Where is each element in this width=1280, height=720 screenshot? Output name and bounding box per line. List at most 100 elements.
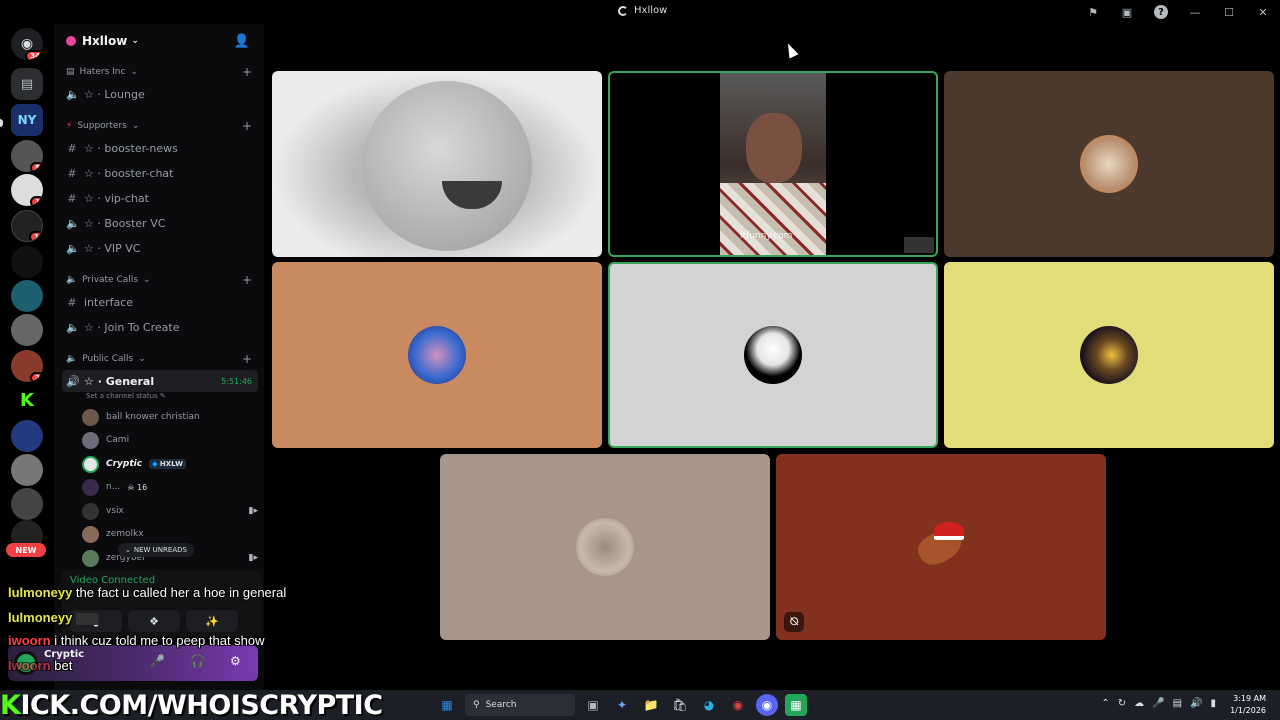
copilot-icon[interactable]: ✦ <box>611 694 633 716</box>
activities-button[interactable]: ❖ <box>128 610 180 632</box>
server-icon-3[interactable]: 1 <box>11 174 43 206</box>
video-tile-user[interactable] <box>944 262 1274 448</box>
channel-general[interactable]: 🔊 ☆ · General 5:51:46 <box>62 370 258 392</box>
app-taskbar-icon[interactable]: ▦ <box>785 694 807 716</box>
add-channel-icon[interactable]: + <box>242 119 252 133</box>
add-channel-icon[interactable]: + <box>242 352 252 366</box>
windows-start-icon[interactable]: ▦ <box>436 694 458 716</box>
kick-server-icon[interactable]: K <box>11 384 43 416</box>
minimize-button[interactable]: — <box>1178 0 1212 24</box>
store-icon[interactable]: 🛍 <box>669 694 691 716</box>
category-haters-inc[interactable]: ▤ Haters Inc ⌄ + <box>66 65 252 79</box>
monitor-icon[interactable]: ▤ <box>1173 698 1182 709</box>
add-channel-icon[interactable]: + <box>242 273 252 287</box>
edge-icon[interactable]: ◕ <box>698 694 720 716</box>
video-tile-user[interactable] <box>272 262 602 448</box>
server-icon-ny[interactable]: NY <box>11 104 43 136</box>
home-button[interactable]: ◉ 34 <box>11 28 43 60</box>
discord-taskbar-icon[interactable]: ◉ <box>756 694 778 716</box>
tag-icon: ◆ <box>152 460 158 468</box>
voice-user[interactable]: Cami <box>82 429 258 451</box>
channel-status[interactable]: Set a channel status ✎ <box>86 392 166 400</box>
channel-booster-vc[interactable]: 🔈 ☆ · Booster VC <box>62 212 258 234</box>
file-explorer-icon[interactable]: 📁 <box>640 694 662 716</box>
chrome-icon[interactable]: ◉ <box>727 694 749 716</box>
emote-icon <box>75 612 98 625</box>
voice-user[interactable]: vsix ▮▸ <box>82 500 258 522</box>
video-tile-user[interactable]: ⦰ <box>776 454 1106 640</box>
server-icon-2[interactable]: 5 <box>11 140 43 172</box>
category-private-calls[interactable]: 🔈 Private Calls ⌄ + <box>66 273 252 287</box>
server-icon-8[interactable]: 2 <box>11 350 43 382</box>
video-tile-user[interactable] <box>440 454 770 640</box>
gear-icon[interactable]: ⚙ <box>230 654 241 668</box>
sync-icon[interactable]: ↻ <box>1118 698 1126 709</box>
speaker-active-icon: 🔊 <box>66 374 80 388</box>
cloud-icon[interactable]: ☁ <box>1134 698 1144 709</box>
server-icon-10[interactable] <box>11 454 43 486</box>
taskbar-search[interactable]: ⚲ Search <box>465 694 575 716</box>
server-icon-4[interactable]: 1 <box>11 210 43 242</box>
participant-avatar <box>744 326 802 384</box>
microphone-icon[interactable]: 🎤 <box>150 654 165 668</box>
server-icon-1[interactable]: ▤ <box>11 68 43 100</box>
channel-join-to-create[interactable]: 🔈 ☆ · Join To Create <box>62 316 258 338</box>
server-icon-11[interactable] <box>11 488 43 520</box>
channel-booster-chat[interactable]: # ☆ · booster-chat <box>62 162 258 184</box>
channel-vip-vc[interactable]: 🔈 ☆ · VIP VC <box>62 237 258 259</box>
voice-user[interactable]: n... ☠ 16 <box>82 476 258 498</box>
server-icon-9[interactable] <box>11 420 43 452</box>
call-timer: 5:51:46 <box>221 376 252 386</box>
voice-user[interactable]: zemolkx <box>82 523 258 545</box>
person-face <box>746 113 802 183</box>
participant-avatar <box>912 518 970 576</box>
maximize-button[interactable]: ☐ <box>1212 0 1246 24</box>
avatar <box>82 502 99 520</box>
inbox-icon[interactable]: ▣ <box>1110 0 1144 24</box>
hash-icon: # <box>67 295 77 309</box>
camera-feed-image: itfunny.com <box>720 73 826 255</box>
server-icon-5[interactable] <box>11 246 43 278</box>
server-icon-7[interactable] <box>11 314 43 346</box>
category-supporters[interactable]: ⚡ Supporters ⌄ + <box>66 119 252 133</box>
channel-lounge[interactable]: 🔈 ☆ · Lounge <box>62 83 258 105</box>
task-view-icon[interactable]: ▣ <box>582 694 604 716</box>
video-tile-baby[interactable] <box>272 71 602 257</box>
channel-vip-chat[interactable]: # ☆ · vip-chat <box>62 187 258 209</box>
close-button[interactable]: ✕ <box>1246 0 1280 24</box>
stream-url-overlay: K ICK.COM/WHOISCRYPTIC <box>0 689 383 720</box>
microphone-icon[interactable]: 🎤 <box>1152 698 1164 709</box>
chevron-up-icon[interactable]: ⌃ <box>1101 698 1109 709</box>
soundboard-button[interactable]: ✨ <box>186 610 238 632</box>
voice-user[interactable]: ball knower christian <box>82 406 258 428</box>
skull-badge: ☠ 16 <box>127 482 148 492</box>
server-header[interactable]: Hxllow ⌄ 👤 <box>54 24 264 58</box>
headphones-icon[interactable]: 🎧 <box>190 654 205 668</box>
camera-icon: ▮▸ <box>248 553 258 563</box>
pencil-icon: ✎ <box>159 392 166 400</box>
chat-message: lulmoneyy the fact u called her a hoe in… <box>8 585 287 600</box>
chevron-down-icon: ⌄ <box>142 275 151 285</box>
video-tile-user[interactable] <box>944 71 1274 257</box>
help-icon[interactable]: ? <box>1144 0 1178 24</box>
new-unreads-pill[interactable]: ⌄ NEW UNREADS <box>118 543 194 557</box>
voice-user-speaking[interactable]: Cryptic ◆ HXLW <box>82 453 258 475</box>
new-badge[interactable]: NEW <box>6 543 46 557</box>
video-tile-user-speaking[interactable] <box>608 262 938 448</box>
flag-icon[interactable]: ⚑ <box>1076 0 1110 24</box>
category-public-calls[interactable]: 🔈 Public Calls ⌄ + <box>66 352 252 366</box>
grid-icon: ❖ <box>149 614 159 628</box>
video-tile-camera[interactable]: itfunny.com <box>608 71 938 257</box>
server-icon-6[interactable] <box>11 280 43 312</box>
soundboard-icon: ✨ <box>205 614 219 628</box>
volume-icon[interactable]: 🔊 <box>1190 698 1202 709</box>
add-channel-icon[interactable]: + <box>242 65 252 79</box>
battery-icon[interactable]: ▮ <box>1210 698 1216 709</box>
server-flower-icon <box>66 36 76 46</box>
clock[interactable]: 3:19 AM 1/1/2026 <box>1230 693 1266 717</box>
channel-interface[interactable]: # interface <box>62 291 258 313</box>
speaker-icon: 🔈 <box>66 241 80 255</box>
invite-people-icon[interactable]: 👤 <box>234 34 250 49</box>
channel-booster-news[interactable]: # ☆ · booster-news <box>62 137 258 159</box>
blanket <box>720 183 826 255</box>
